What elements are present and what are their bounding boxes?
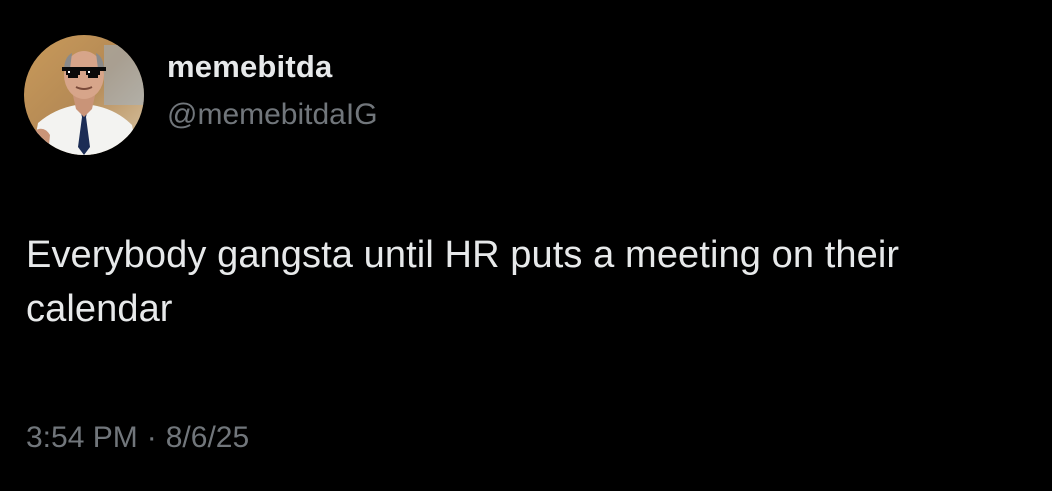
tweet-card: memebitda @memebitdaIG Everybody gangsta… [0,0,1052,491]
tweet-metadata: 3:54 PM · 8/6/25 [26,418,249,458]
meta-separator: · [146,421,157,454]
tweet-header: memebitda @memebitdaIG [24,35,378,155]
tweet-date[interactable]: 8/6/25 [166,421,249,454]
author-info: memebitda @memebitdaIG [167,47,378,135]
author-handle[interactable]: @memebitdaIG [167,95,378,135]
tweet-text: Everybody gangsta until HR puts a meetin… [26,234,900,330]
author-display-name[interactable]: memebitda [167,47,378,87]
avatar-image [24,35,144,155]
avatar[interactable] [24,35,144,155]
tweet-time[interactable]: 3:54 PM [26,421,138,454]
